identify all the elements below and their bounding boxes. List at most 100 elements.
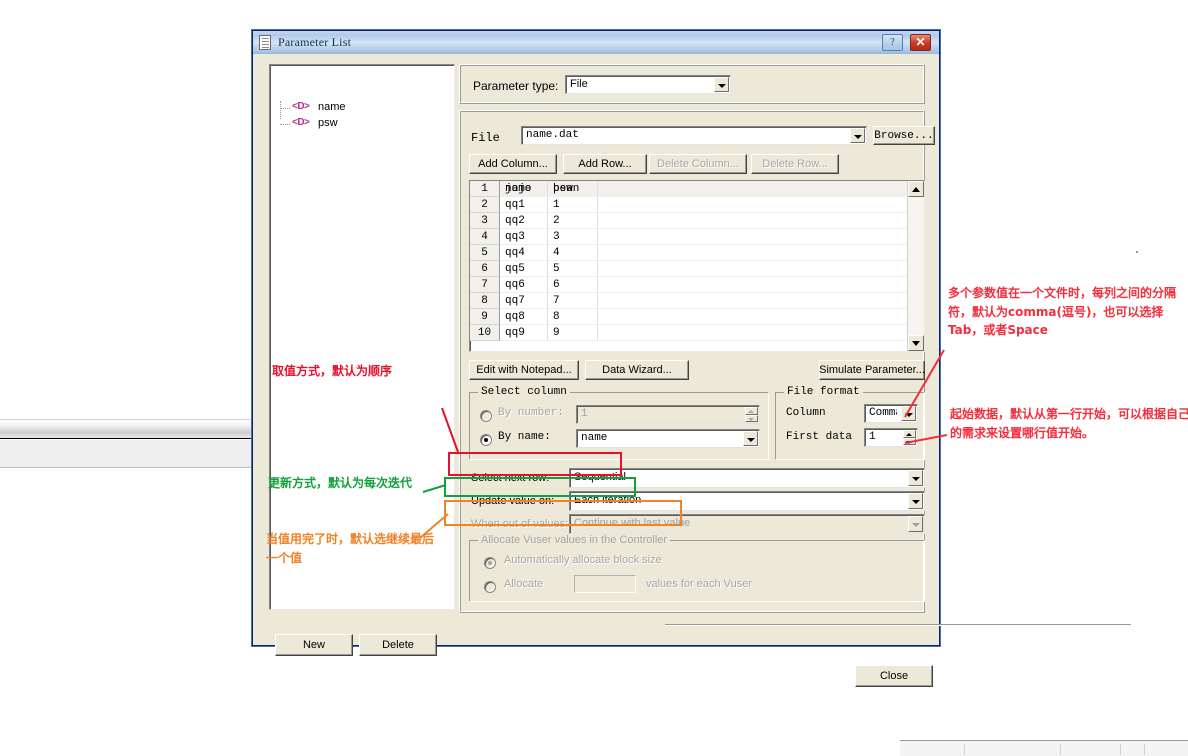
scrollbar-track[interactable] — [908, 197, 924, 335]
manual-allocate-label: Allocate — [504, 578, 544, 590]
grid-cell[interactable]: 9 — [548, 325, 598, 341]
grid-cell[interactable]: qq7 — [500, 293, 548, 309]
grid-cell[interactable]: jojo — [500, 181, 548, 197]
annotation-out-of-values: 当值用完了时，默认选继续最后一个值 — [266, 532, 435, 565]
chevron-down-icon[interactable] — [743, 431, 758, 446]
delete-row-button: Delete Row... — [751, 154, 839, 174]
divider — [665, 624, 1131, 626]
grid-cell[interactable]: 7 — [548, 293, 598, 309]
chevron-down-icon[interactable] — [714, 77, 729, 92]
select-next-row-select[interactable]: Sequential — [569, 468, 925, 488]
triangle-down — [906, 440, 912, 444]
parameter-detail-pane: Parameter type: File File name.dat Brows… — [459, 64, 1131, 626]
grid-cell[interactable]: qq5 — [500, 261, 548, 277]
grid-cell[interactable]: qq6 — [500, 277, 548, 293]
grid-row[interactable]: 5 qq4 4 — [470, 245, 907, 261]
grid-cell[interactable]: 5 — [548, 261, 598, 277]
grid-cell-empty — [598, 181, 907, 197]
grid-cell[interactable]: 2 — [548, 213, 598, 229]
help-button[interactable]: ? — [882, 34, 903, 51]
scroll-down-icon[interactable] — [908, 335, 924, 351]
grid-row-header[interactable]: 10 — [470, 325, 500, 341]
simulate-parameter-button[interactable]: Simulate Parameter... — [819, 360, 925, 380]
grid-cell[interactable]: qq4 — [500, 245, 548, 261]
grid-cell[interactable]: qq9 — [500, 325, 548, 341]
grid-row[interactable]: 10 qq9 9 — [470, 325, 907, 341]
grid-row-header[interactable]: 4 — [470, 229, 500, 245]
grid-cell[interactable]: qq3 — [500, 229, 548, 245]
update-value-on-value: Each iteration — [574, 494, 642, 506]
title-bar: Parameter List ? ✕ — [253, 31, 939, 54]
first-data-stepper[interactable]: 1 — [864, 428, 918, 447]
grid-row[interactable]: 4 qq3 3 — [470, 229, 907, 245]
chevron-down-icon[interactable] — [908, 470, 923, 486]
grid-cell-empty — [598, 229, 907, 245]
close-button[interactable]: Close — [855, 665, 933, 687]
column-delimiter-select[interactable]: Comma — [864, 404, 918, 423]
parameter-data-grid[interactable]: name psw 1 jojo bean 2 qq1 1 3 qq2 2 4 qq3 3 5 qq4 4 6 q… — [469, 180, 925, 352]
file-format-group: File format Column Comma First data 1 — [775, 386, 925, 460]
grid-row-header[interactable]: 5 — [470, 245, 500, 261]
parameter-tree[interactable]: <D> name <D> psw — [269, 64, 455, 610]
add-row-button[interactable]: Add Row... — [563, 154, 647, 174]
grid-cell[interactable]: 1 — [548, 197, 598, 213]
edit-with-notepad-button[interactable]: Edit with Notepad... — [469, 360, 579, 380]
grid-row[interactable]: 9 qq8 8 — [470, 309, 907, 325]
triangle-up — [912, 187, 920, 192]
grid-vertical-scrollbar[interactable] — [907, 181, 924, 351]
browse-button[interactable]: Browse... — [873, 126, 935, 145]
grid-cell-empty — [598, 245, 907, 261]
grid-cell[interactable]: 3 — [548, 229, 598, 245]
taskbar-cell — [1120, 744, 1144, 755]
chevron-down-icon[interactable] — [850, 128, 865, 143]
chevron-down-icon[interactable] — [908, 493, 923, 509]
grid-row[interactable]: 2 qq1 1 — [470, 197, 907, 213]
group-bevel — [775, 392, 925, 460]
update-value-on-select[interactable]: Each iteration — [569, 491, 925, 511]
stepper-buttons[interactable] — [903, 430, 916, 445]
grid-row-header[interactable]: 1 — [470, 181, 500, 197]
taskbar-cell — [1144, 744, 1166, 755]
radio-auto-allocate — [484, 557, 496, 569]
grid-cell[interactable]: 8 — [548, 309, 598, 325]
column-delimiter-value: Comma — [869, 407, 897, 419]
select-next-row-row: Select next row: Sequential — [469, 468, 925, 488]
grid-cell-empty — [598, 325, 907, 341]
file-path-select[interactable]: name.dat — [521, 126, 867, 145]
scroll-up-icon[interactable] — [908, 181, 924, 197]
grid-row-header[interactable]: 3 — [470, 213, 500, 229]
grid-row-header[interactable]: 9 — [470, 309, 500, 325]
parameter-icon: <D> — [292, 101, 310, 112]
add-column-button[interactable]: Add Column... — [469, 154, 557, 174]
tree-dots — [280, 108, 290, 109]
grid-cell[interactable]: bean — [548, 181, 598, 197]
stepper-down-icon[interactable] — [903, 437, 916, 445]
chevron-down-icon[interactable] — [901, 406, 916, 421]
grid-row-header[interactable]: 8 — [470, 293, 500, 309]
grid-cell[interactable]: 4 — [548, 245, 598, 261]
by-name-select[interactable]: name — [576, 429, 760, 448]
manual-allocate-suffix: values for each Vuser — [646, 578, 752, 590]
grid-cell[interactable]: qq2 — [500, 213, 548, 229]
grid-row[interactable]: 7 qq6 6 — [470, 277, 907, 293]
close-icon[interactable]: ✕ — [910, 34, 931, 51]
grid-row-header[interactable]: 6 — [470, 261, 500, 277]
annotation-column-delimiter: 多个参数值在一个文件时，每列之间的分隔符，默认为comma(逗号)，也可以选择T… — [948, 286, 1177, 338]
parameter-type-select[interactable]: File — [565, 75, 731, 94]
grid-cell[interactable]: qq8 — [500, 309, 548, 325]
grid-row-header[interactable]: 2 — [470, 197, 500, 213]
new-button[interactable]: New — [275, 634, 353, 656]
radio-by-name[interactable] — [480, 434, 492, 446]
delete-button[interactable]: Delete — [359, 634, 437, 656]
grid-cell[interactable]: 6 — [548, 277, 598, 293]
radio-by-number[interactable] — [480, 410, 492, 422]
taskbar-cell — [1060, 744, 1120, 755]
grid-cell[interactable]: qq1 — [500, 197, 548, 213]
grid-row[interactable]: 8 qq7 7 — [470, 293, 907, 309]
grid-row-header[interactable]: 7 — [470, 277, 500, 293]
data-wizard-button[interactable]: Data Wizard... — [585, 360, 689, 380]
grid-row[interactable]: 6 qq5 5 — [470, 261, 907, 277]
grid-row[interactable]: 1 jojo bean — [470, 181, 907, 197]
grid-row[interactable]: 3 qq2 2 — [470, 213, 907, 229]
stepper-up-icon[interactable] — [903, 430, 916, 438]
